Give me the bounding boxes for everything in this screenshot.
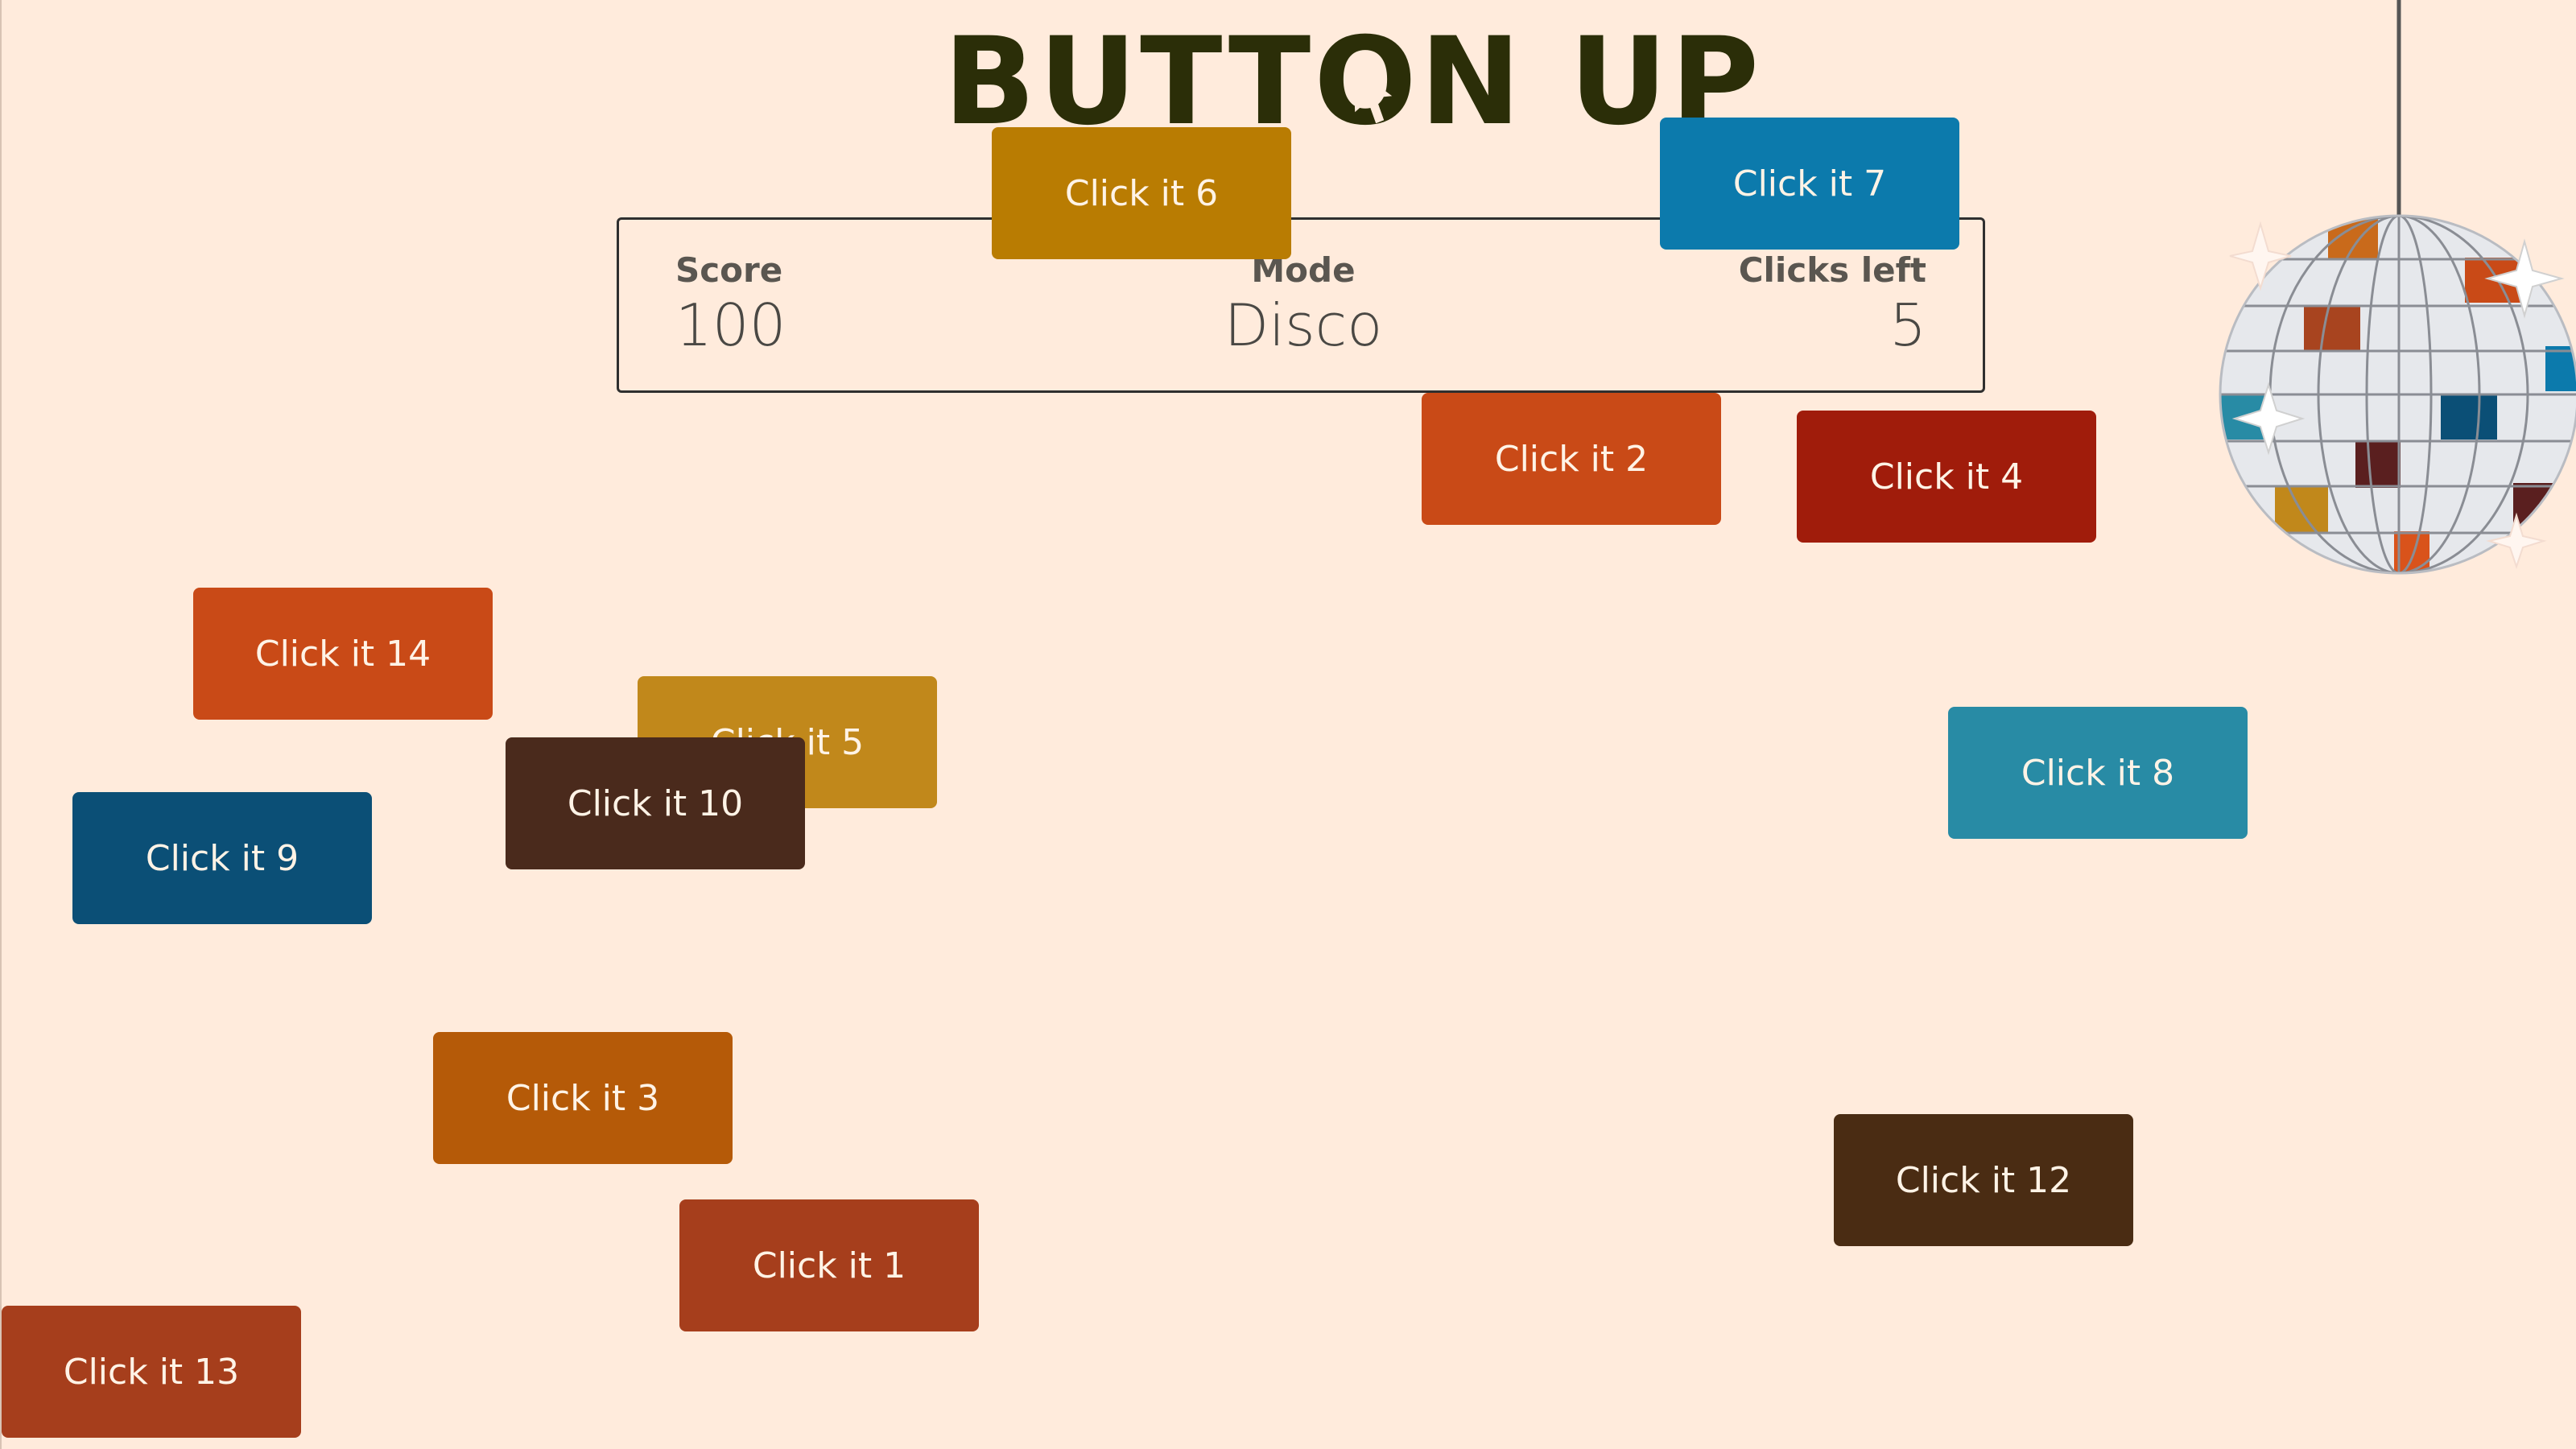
click-it-7-button[interactable]: Click it 7 [1660,118,1959,250]
click-it-4-button[interactable]: Click it 4 [1797,411,2096,543]
click-it-13-button[interactable]: Click it 13 [2,1306,301,1438]
disco-ball-icon [2219,0,2576,575]
click-it-1-button[interactable]: Click it 1 [679,1199,979,1331]
title-o-letter: O [1314,18,1420,147]
clicks-left-value: 5 [1889,291,1926,359]
click-it-2-button[interactable]: Click it 2 [1422,393,1721,525]
click-it-8-button[interactable]: Click it 8 [1948,707,2248,839]
click-it-12-button[interactable]: Click it 12 [1834,1114,2133,1246]
cursor-arrow-icon [1353,67,1393,124]
click-it-3-button[interactable]: Click it 3 [433,1032,733,1164]
click-it-14-button[interactable]: Click it 14 [193,588,493,720]
clicks-left-stat: Clicks left 5 [1739,250,1926,360]
clicks-left-label: Clicks left [1738,250,1926,290]
click-it-10-button[interactable]: Click it 10 [506,737,805,869]
game-stage: BUTTON UP Score 100 Mode Disco Clicks le… [0,0,2576,1449]
click-it-9-button[interactable]: Click it 9 [72,792,372,924]
click-it-6-button[interactable]: Click it 6 [992,127,1291,259]
